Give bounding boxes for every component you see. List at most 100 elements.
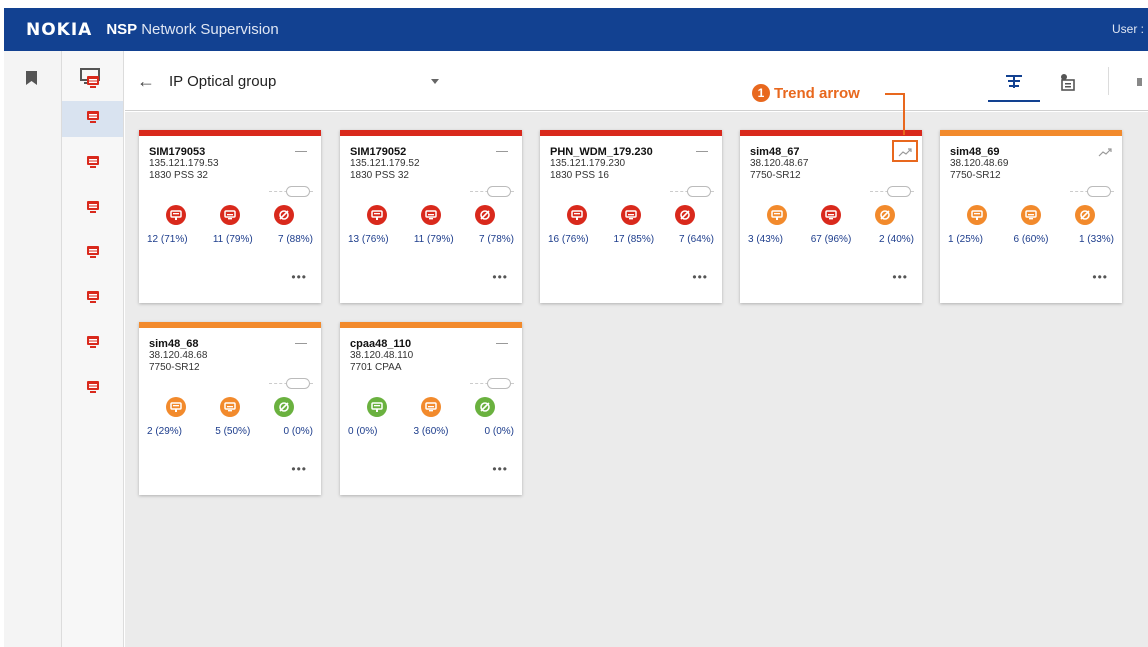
link-down-icon[interactable] — [274, 397, 294, 417]
top-header: NOKIA NSP Network Supervision User : — [4, 8, 1148, 51]
alarm-stat-value[interactable]: 0 (0%) — [284, 426, 313, 437]
alarm-icons-row — [139, 205, 321, 225]
device-list-item[interactable] — [62, 146, 123, 182]
alarm-stat-value[interactable]: 17 (85%) — [613, 234, 654, 245]
device-list-item[interactable] — [62, 191, 123, 227]
network-element-card[interactable]: PHN_WDM_179.230 135.121.179.230 1830 PSS 1… — [540, 130, 722, 303]
more-actions-icon[interactable]: ••• — [291, 462, 307, 476]
alarm-stat-value[interactable]: 16 (76%) — [548, 234, 589, 245]
card-grid: SIM179053 135.121.179.53 1830 PSS 32 12 (71… — [125, 112, 1148, 647]
alarm-stat-value[interactable]: 6 (60%) — [1013, 234, 1048, 245]
alarm-icons-row — [540, 205, 722, 225]
alarm-stat-value[interactable]: 2 (40%) — [879, 234, 914, 245]
user-menu[interactable]: User : — [1112, 22, 1144, 36]
equipment-alarm-icon[interactable] — [567, 205, 587, 225]
collapse-dash-icon[interactable] — [295, 151, 307, 152]
alarm-stat-value[interactable]: 11 (79%) — [213, 234, 253, 245]
list-view-icon[interactable] — [1055, 69, 1081, 95]
device-list-item[interactable] — [62, 101, 123, 137]
severity-bar — [940, 130, 1122, 136]
equipment-alarm-icon[interactable] — [166, 205, 186, 225]
toggle-pill-icon[interactable] — [487, 186, 511, 197]
toggle-pill-icon[interactable] — [286, 186, 310, 197]
link-down-icon[interactable] — [475, 205, 495, 225]
view-toolbar: ← IP Optical group — [125, 51, 1148, 111]
network-element-card[interactable]: cpaa48_110 38.120.48.110 7701 CPAA 0 (0%) 3 … — [340, 322, 522, 495]
toggle-pill-icon[interactable] — [887, 186, 911, 197]
network-element-card[interactable]: SIM179053 135.121.179.53 1830 PSS 32 12 (71… — [139, 130, 321, 303]
group-dropdown-caret-icon[interactable] — [431, 79, 439, 84]
device-list-item[interactable] — [62, 236, 123, 272]
severity-bar — [340, 130, 522, 136]
equipment-alarm-icon[interactable] — [767, 205, 787, 225]
link-down-icon[interactable] — [475, 397, 495, 417]
more-actions-icon[interactable]: ••• — [492, 462, 508, 476]
link-down-icon[interactable] — [1075, 205, 1095, 225]
network-element-card[interactable]: sim48_68 38.120.48.68 7750-SR12 2 (29%) 5 (5… — [139, 322, 321, 495]
toggle-pill-icon[interactable] — [487, 378, 511, 389]
collapse-dash-icon[interactable] — [696, 151, 708, 152]
toggle-pill-icon[interactable] — [286, 378, 310, 389]
alarm-stat-value[interactable]: 7 (64%) — [679, 234, 714, 245]
bookmark-icon[interactable] — [26, 71, 37, 90]
toggle-pill-icon[interactable] — [1087, 186, 1111, 197]
alarm-stat-value[interactable]: 5 (50%) — [215, 426, 250, 437]
toggle-pill-icon[interactable] — [687, 186, 711, 197]
more-actions-icon[interactable]: ••• — [291, 270, 307, 284]
network-element-alarm-icon — [86, 245, 100, 264]
element-type: 7750-SR12 — [750, 170, 801, 181]
trend-arrow-icon[interactable] — [1098, 144, 1112, 162]
callout-leader-horizontal — [885, 93, 905, 95]
alarm-stat-value[interactable]: 11 (79%) — [414, 234, 454, 245]
more-actions-icon[interactable]: ••• — [1092, 270, 1108, 284]
collapse-dash-icon[interactable] — [496, 151, 508, 152]
port-alarm-icon[interactable] — [421, 205, 441, 225]
collapse-dash-icon[interactable] — [496, 343, 508, 344]
element-type: 7750-SR12 — [149, 362, 200, 373]
link-down-icon[interactable] — [875, 205, 895, 225]
alarm-stats-row: 2 (29%) 5 (50%) 0 (0%) — [147, 426, 313, 437]
equipment-alarm-icon[interactable] — [967, 205, 987, 225]
network-element-card[interactable]: SIM179052 135.121.179.52 1830 PSS 32 13 (76… — [340, 130, 522, 303]
device-list-item[interactable] — [62, 66, 123, 102]
equipment-alarm-icon[interactable] — [367, 205, 387, 225]
port-alarm-icon[interactable] — [421, 397, 441, 417]
element-name: SIM179053 — [149, 146, 206, 158]
alarm-stat-value[interactable]: 67 (96%) — [811, 234, 852, 245]
equipment-alarm-icon[interactable] — [367, 397, 387, 417]
collapse-dash-icon[interactable] — [295, 343, 307, 344]
more-actions-icon[interactable]: ••• — [892, 270, 908, 284]
link-down-icon[interactable] — [274, 205, 294, 225]
port-alarm-icon[interactable] — [621, 205, 641, 225]
device-list-item[interactable] — [62, 281, 123, 317]
port-alarm-icon[interactable] — [1021, 205, 1041, 225]
port-alarm-icon[interactable] — [220, 205, 240, 225]
alarm-stat-value[interactable]: 7 (78%) — [479, 234, 514, 245]
network-element-card[interactable]: sim48_69 38.120.48.69 7750-SR12 1 (25%) 6 (6… — [940, 130, 1122, 303]
more-actions-icon[interactable]: ••• — [692, 270, 708, 284]
alarm-stat-value[interactable]: 12 (71%) — [147, 234, 188, 245]
alarm-stat-value[interactable]: 1 (25%) — [948, 234, 983, 245]
network-element-alarm-icon — [86, 155, 100, 174]
alarm-stat-value[interactable]: 2 (29%) — [147, 426, 182, 437]
device-list-item[interactable] — [62, 371, 123, 407]
alarm-stat-value[interactable]: 7 (88%) — [278, 234, 313, 245]
more-options-icon[interactable] — [1137, 78, 1142, 86]
alarm-stat-value[interactable]: 0 (0%) — [485, 426, 514, 437]
device-list-item[interactable] — [62, 326, 123, 362]
more-actions-icon[interactable]: ••• — [492, 270, 508, 284]
alarm-stat-value[interactable]: 1 (33%) — [1079, 234, 1114, 245]
back-arrow-icon[interactable]: ← — [137, 71, 155, 92]
alarm-stat-value[interactable]: 3 (43%) — [748, 234, 783, 245]
alarm-stat-value[interactable]: 3 (60%) — [413, 426, 448, 437]
app-window: NOKIA NSP Network Supervision User : ← IP… — [0, 0, 1148, 647]
equipment-alarm-icon[interactable] — [166, 397, 186, 417]
port-alarm-icon[interactable] — [220, 397, 240, 417]
severity-bar — [139, 130, 321, 136]
link-down-icon[interactable] — [675, 205, 695, 225]
port-alarm-icon[interactable] — [821, 205, 841, 225]
alarm-stat-value[interactable]: 13 (76%) — [348, 234, 389, 245]
alarm-icons-row — [139, 397, 321, 417]
topology-view-icon[interactable] — [1001, 69, 1027, 95]
alarm-stat-value[interactable]: 0 (0%) — [348, 426, 377, 437]
